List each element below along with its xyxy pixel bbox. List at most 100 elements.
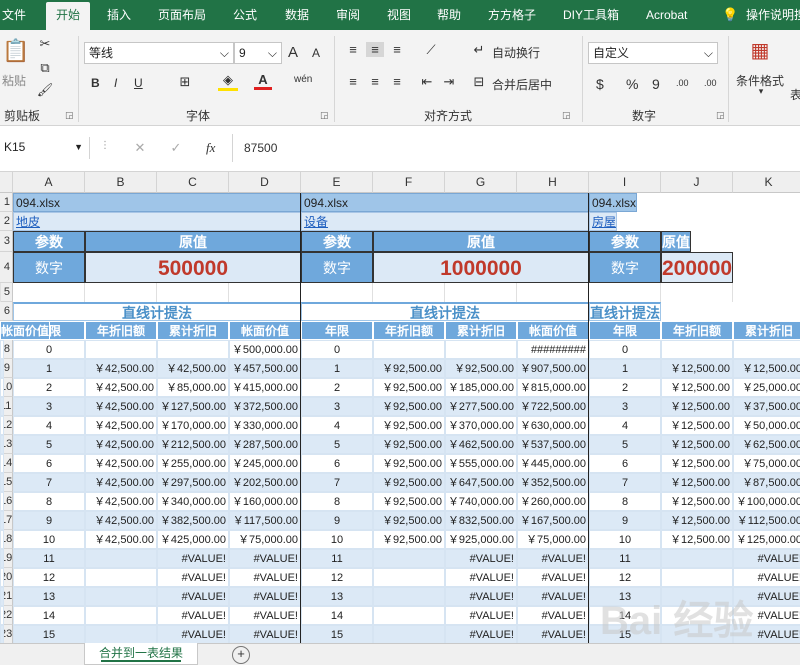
value-cell[interactable]: ￥415,000.00 (229, 378, 301, 397)
year-cell[interactable]: 10 (301, 530, 373, 549)
phonetic-button[interactable]: wén (294, 74, 312, 85)
param-label-cell[interactable]: 参数 (589, 231, 661, 252)
empty-cell[interactable] (373, 283, 445, 302)
column-header[interactable]: I (589, 172, 661, 193)
year-cell[interactable]: 13 (301, 587, 373, 606)
value-cell[interactable]: ￥12,500.00 (733, 359, 800, 378)
year-cell[interactable]: 8 (301, 492, 373, 511)
value-cell[interactable] (85, 549, 157, 568)
value-cell[interactable]: ￥92,500.00 (373, 435, 445, 454)
value-cell[interactable]: ￥92,500.00 (373, 492, 445, 511)
value-cell[interactable] (0, 454, 4, 473)
value-cell[interactable] (373, 587, 445, 606)
empty-cell[interactable] (229, 283, 301, 302)
value-label-cell[interactable]: 原值 (373, 231, 589, 252)
value-cell[interactable]: ￥167,500.00 (517, 511, 589, 530)
value-cell[interactable]: ￥462,500.00 (445, 435, 517, 454)
year-cell[interactable]: 5 (301, 435, 373, 454)
merge-center-icon[interactable]: ⊟ (470, 74, 488, 90)
value-cell[interactable]: ￥160,000.00 (229, 492, 301, 511)
value-cell[interactable]: ￥75,000.00 (517, 530, 589, 549)
font-color-icon[interactable]: A (254, 72, 272, 90)
year-cell[interactable]: 12 (589, 568, 661, 587)
year-cell[interactable]: 14 (301, 606, 373, 625)
cut-icon[interactable]: ✂ (36, 36, 54, 52)
value-cell[interactable]: ￥92,500.00 (373, 416, 445, 435)
ribbon-tab[interactable]: 插入 (107, 0, 131, 30)
year-cell[interactable]: 13 (13, 587, 85, 606)
value-cell[interactable]: ￥287,500.00 (229, 435, 301, 454)
align-center-icon[interactable]: ≡ (366, 74, 384, 89)
format-as-table-label[interactable]: 表 (790, 86, 800, 103)
value-cell[interactable]: ￥370,000.00 (445, 416, 517, 435)
value-cell[interactable]: ￥740,000.00 (445, 492, 517, 511)
row-header[interactable]: 1 (0, 193, 13, 212)
value-cell[interactable]: #VALUE! (157, 549, 229, 568)
value-cell[interactable] (373, 625, 445, 643)
formula-input[interactable]: 87500 (244, 141, 277, 155)
value-cell[interactable]: ￥125,000.00 (733, 530, 800, 549)
table-header-cell[interactable]: 帐面价值 (0, 321, 51, 340)
year-cell[interactable]: 3 (301, 397, 373, 416)
value-cell[interactable] (661, 340, 733, 359)
method-title-cell[interactable]: 直线计提法 (301, 302, 589, 321)
value-cell[interactable]: ￥245,000.00 (229, 454, 301, 473)
value-cell[interactable] (373, 340, 445, 359)
value-cell[interactable]: ￥112,500.00 (733, 511, 800, 530)
value-cell[interactable]: ￥42,500.00 (85, 359, 157, 378)
value-cell[interactable]: #VALUE! (733, 568, 800, 587)
align-bottom-icon[interactable]: ≡ (388, 42, 406, 57)
value-cell[interactable]: ￥170,000.00 (157, 416, 229, 435)
year-cell[interactable]: 11 (13, 549, 85, 568)
ribbon-tab[interactable]: Acrobat (646, 0, 687, 30)
decrease-indent-icon[interactable]: ⇤ (418, 74, 436, 90)
increase-decimal-button[interactable]: .00 (676, 78, 689, 88)
value-cell[interactable]: ￥25,000.00 (733, 378, 800, 397)
value-cell[interactable]: ￥37,500.00 (733, 397, 800, 416)
ribbon-tab[interactable]: 帮助 (437, 0, 461, 30)
value-cell[interactable]: #VALUE! (445, 625, 517, 643)
year-cell[interactable]: 6 (589, 454, 661, 473)
param-label-cell[interactable]: 参数 (13, 231, 85, 252)
wrap-text-button[interactable]: 自动换行 (492, 44, 540, 61)
worksheet-grid[interactable]: ABCDEFGHIJK12345678910111213141516171819… (0, 172, 800, 643)
column-header[interactable]: A (13, 172, 85, 193)
value-cell[interactable] (0, 359, 4, 378)
align-middle-icon[interactable]: ≡ (366, 42, 384, 57)
value-cell[interactable]: ￥12,500.00 (661, 511, 733, 530)
year-cell[interactable]: 4 (589, 416, 661, 435)
value-cell[interactable]: ￥297,500.00 (157, 473, 229, 492)
value-cell[interactable]: ￥832,500.00 (445, 511, 517, 530)
param-label-cell[interactable]: 参数 (301, 231, 373, 252)
row-header[interactable]: 2 (0, 212, 13, 231)
clipboard-launcher-icon[interactable]: ◲ (65, 110, 74, 121)
currency-button[interactable]: $ (596, 76, 604, 92)
value-cell[interactable]: ￥445,000.00 (517, 454, 589, 473)
value-cell[interactable]: ￥500,000.00 (229, 340, 301, 359)
value-cell[interactable] (0, 416, 4, 435)
value-cell[interactable] (0, 378, 4, 397)
ribbon-tab[interactable]: 方方格子 (488, 0, 536, 30)
empty-cell[interactable] (0, 283, 1, 302)
value-cell[interactable]: ￥92,500.00 (445, 359, 517, 378)
value-cell[interactable]: #VALUE! (445, 587, 517, 606)
shrink-font-button[interactable]: A (312, 46, 320, 60)
value-label-cell[interactable]: 原值 (661, 231, 691, 252)
table-header-cell[interactable]: 年折旧额 (373, 321, 445, 340)
number-format-select[interactable]: 自定义 ⌵ (588, 42, 718, 64)
lightbulb-icon[interactable]: 💡 (722, 0, 738, 30)
row-header[interactable]: 6 (0, 302, 13, 321)
value-cell[interactable]: ￥42,500.00 (85, 454, 157, 473)
empty-cell[interactable] (301, 283, 373, 302)
value-cell[interactable]: ￥260,000.00 (517, 492, 589, 511)
value-cell[interactable]: ￥85,000.00 (157, 378, 229, 397)
year-cell[interactable]: 0 (301, 340, 373, 359)
value-cell[interactable]: #VALUE! (517, 606, 589, 625)
year-cell[interactable]: 8 (589, 492, 661, 511)
year-cell[interactable]: 2 (589, 378, 661, 397)
year-cell[interactable]: 7 (301, 473, 373, 492)
year-cell[interactable]: 6 (301, 454, 373, 473)
value-cell[interactable]: ￥277,500.00 (445, 397, 517, 416)
method-title-cell[interactable]: 直线计提法 (589, 302, 661, 321)
year-cell[interactable]: 4 (13, 416, 85, 435)
